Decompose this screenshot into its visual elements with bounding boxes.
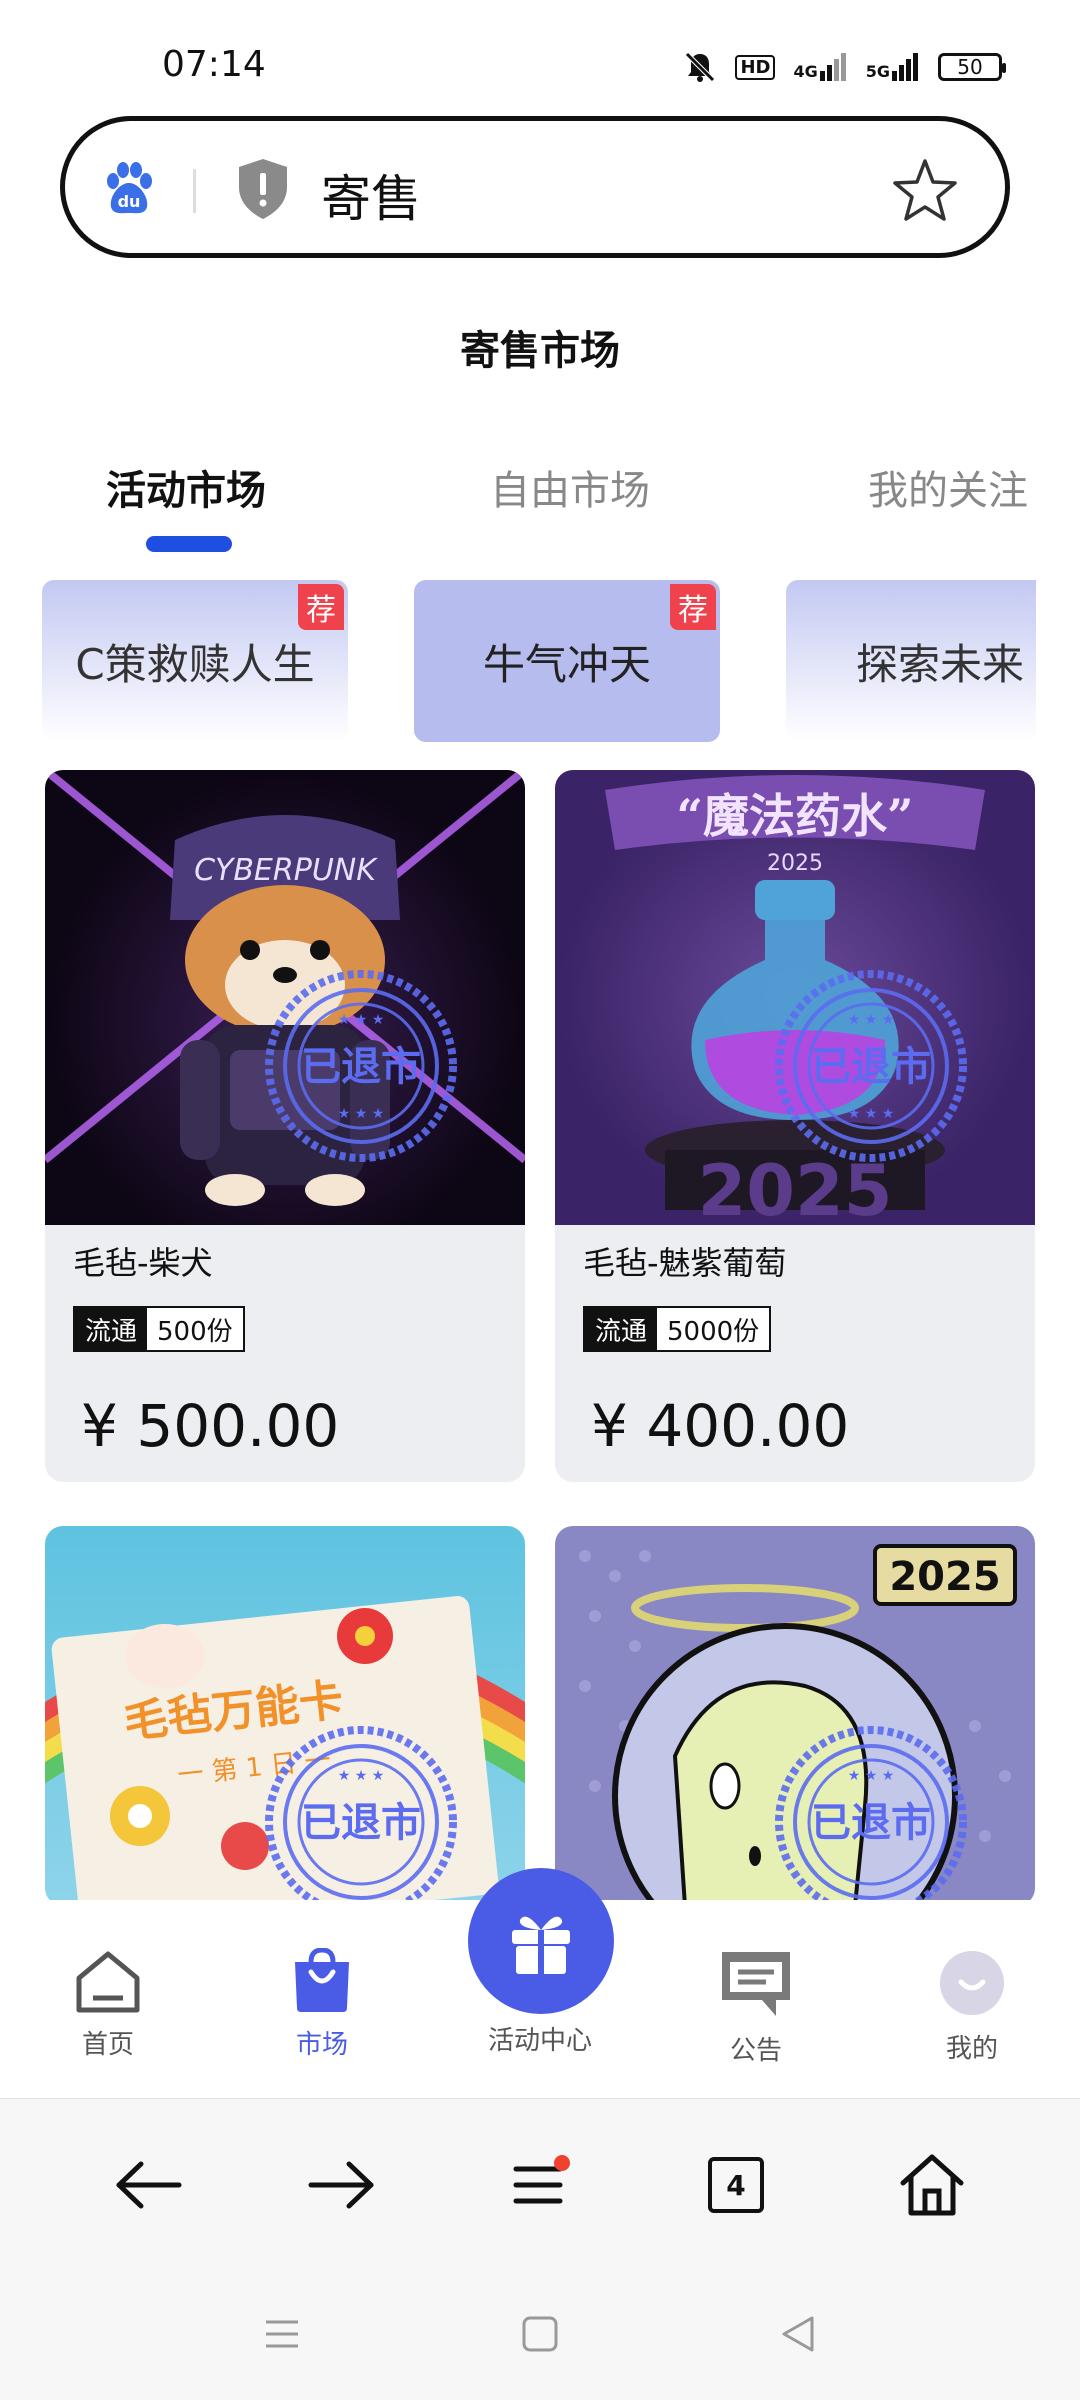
category-card[interactable]: C策救赎人生 荐: [42, 580, 348, 742]
tab-free-market[interactable]: 自由市场: [490, 458, 650, 516]
tag-type: 流通: [75, 1308, 148, 1350]
menu-icon: [513, 2166, 563, 2204]
status-time: 07:14: [162, 44, 266, 85]
mute-icon: [685, 52, 716, 82]
address-bar[interactable]: du 寄售: [60, 116, 1010, 258]
system-home-icon[interactable]: [520, 2314, 560, 2354]
category-card[interactable]: 探索未来: [786, 580, 1036, 742]
status-bar: 07:14 HD 4G 5G 50: [0, 0, 1080, 110]
circulation-tag: 流通 500份: [73, 1306, 245, 1352]
product-name: 毛毡-魅紫葡萄: [583, 1244, 787, 1282]
svg-text:★ ★ ★: ★ ★ ★: [848, 1012, 895, 1028]
helmet-text: CYBERPUNK: [194, 853, 378, 888]
browser-tabs-button[interactable]: 4: [696, 2145, 776, 2225]
tag-amount: 500份: [147, 1308, 243, 1350]
house-icon: [900, 2154, 964, 2216]
notice-icon: [722, 1952, 790, 2016]
browser-toolbar: 4: [0, 2098, 1080, 2270]
potion-year-text: 2025: [767, 851, 823, 876]
delisted-stamp: 已退市 ★ ★ ★ ★ ★ ★: [775, 970, 967, 1162]
bookmark-star-icon[interactable]: [891, 157, 959, 225]
nav-home[interactable]: 首页: [48, 1948, 168, 2061]
tab-count: 4: [708, 2157, 764, 2213]
security-shield-icon[interactable]: [235, 157, 291, 221]
home-icon: [76, 1951, 140, 2013]
nav-activity-center[interactable]: 活动中心: [470, 2014, 610, 2057]
product-card[interactable]: “魔法药水” 2025 2025 已退市 ★ ★ ★ ★ ★ ★ 毛毡-魅紫葡萄…: [555, 770, 1035, 1482]
svg-text:★ ★ ★: ★ ★ ★: [338, 1012, 385, 1028]
svg-text:★ ★ ★: ★ ★ ★: [848, 1768, 895, 1784]
tab-indicator: [146, 536, 232, 552]
product-image: CYBERPUNK 已退市 ★ ★ ★ ★ ★ ★: [45, 770, 525, 1225]
signal-4g-icon: 4G: [793, 53, 847, 81]
system-nav-bar: [0, 2270, 1080, 2400]
stamp-text: 已退市: [301, 1044, 421, 1090]
battery-level: 50: [957, 55, 983, 79]
address-text[interactable]: 寄售: [321, 159, 421, 231]
status-icons: HD 4G 5G 50: [683, 50, 1006, 84]
stamp-text: 已退市: [811, 1044, 931, 1090]
product-image: “魔法药水” 2025 2025 已退市 ★ ★ ★ ★ ★ ★: [555, 770, 1035, 1225]
browser-back-button[interactable]: [108, 2145, 188, 2225]
product-card[interactable]: CYBERPUNK 已退市 ★ ★ ★ ★ ★ ★ 毛毡-柴犬 流通 500份 …: [45, 770, 525, 1482]
browser-menu-button[interactable]: [498, 2145, 578, 2225]
nav-activity-label: 活动中心: [487, 2026, 592, 2056]
browser-forward-button[interactable]: [302, 2145, 382, 2225]
nav-market-label: 市场: [295, 2030, 348, 2060]
category-card[interactable]: 牛气冲天 荐: [414, 580, 720, 742]
browser-home-button[interactable]: [892, 2145, 972, 2225]
battery-icon: 50: [938, 53, 1006, 81]
delisted-stamp: 已退市 ★ ★ ★ ★ ★ ★: [265, 970, 457, 1162]
tab-my-follow[interactable]: 我的关注: [868, 458, 1028, 516]
signal-5g-icon: 5G: [866, 53, 920, 81]
product-image: 2025 已退市 ★ ★ ★: [555, 1526, 1035, 1906]
tag-type: 流通: [585, 1308, 658, 1350]
shopping-bag-icon: [295, 1947, 349, 2012]
arrow-right-icon: [308, 2161, 374, 2209]
product-image: 毛毡万能卡 一 第 1 日 一 已退市 ★ ★ ★: [45, 1526, 525, 1906]
arrow-left-icon: [116, 2161, 182, 2209]
product-name: 毛毡-柴犬: [73, 1244, 213, 1282]
nav-mine[interactable]: 我的: [912, 1948, 1032, 2065]
stamp-text: 已退市: [301, 1800, 421, 1846]
svg-text:★ ★ ★: ★ ★ ★: [338, 1106, 385, 1122]
nav-market[interactable]: 市场: [262, 1947, 382, 2061]
circulation-tag: 流通 5000份: [583, 1306, 772, 1352]
nav-mine-label: 我的: [945, 2034, 998, 2064]
stamp-text: 已退市: [811, 1800, 931, 1846]
category-label: C策救赎人生: [75, 639, 315, 689]
tab-activity-market[interactable]: 活动市场: [106, 458, 266, 516]
delisted-stamp: 已退市 ★ ★ ★: [265, 1726, 457, 1906]
page-title: 寄售市场: [460, 328, 620, 374]
recommend-badge: 荐: [298, 584, 344, 630]
category-label: 牛气冲天: [482, 639, 651, 689]
product-price: ¥ 400.00: [591, 1392, 850, 1460]
activity-center-button[interactable]: [468, 1868, 614, 2014]
nav-home-label: 首页: [81, 2030, 134, 2060]
hd-icon: HD: [735, 54, 776, 80]
avatar-icon: [940, 1951, 1004, 2015]
signal-5g-label: 5G: [865, 62, 890, 81]
product-card[interactable]: 毛毡万能卡 一 第 1 日 一 已退市 ★ ★ ★: [45, 1526, 525, 1906]
delisted-stamp: 已退市 ★ ★ ★: [775, 1726, 967, 1906]
baidu-logo-text: du: [118, 192, 141, 211]
recent-apps-icon[interactable]: [262, 2314, 302, 2354]
notification-dot: [554, 2155, 570, 2171]
system-back-icon[interactable]: [778, 2314, 818, 2354]
gift-icon: [512, 1916, 570, 1974]
nav-notice[interactable]: 公告: [696, 1948, 816, 2067]
product-price: ¥ 500.00: [81, 1392, 340, 1460]
address-divider: [193, 169, 196, 213]
baidu-logo-icon[interactable]: du: [101, 161, 157, 217]
nav-notice-label: 公告: [729, 2036, 782, 2066]
svg-text:★ ★ ★: ★ ★ ★: [338, 1768, 385, 1784]
recommend-badge: 荐: [670, 584, 716, 630]
category-label: 探索未来: [856, 639, 1025, 689]
product-card[interactable]: 2025 已退市 ★ ★ ★: [555, 1526, 1035, 1906]
year-badge-text: 2025: [889, 1554, 1000, 1600]
signal-4g-label: 4G: [793, 62, 818, 81]
svg-text:★ ★ ★: ★ ★ ★: [848, 1106, 895, 1122]
tag-amount: 5000份: [657, 1308, 770, 1350]
potion-title-text: “魔法药水”: [677, 789, 914, 843]
